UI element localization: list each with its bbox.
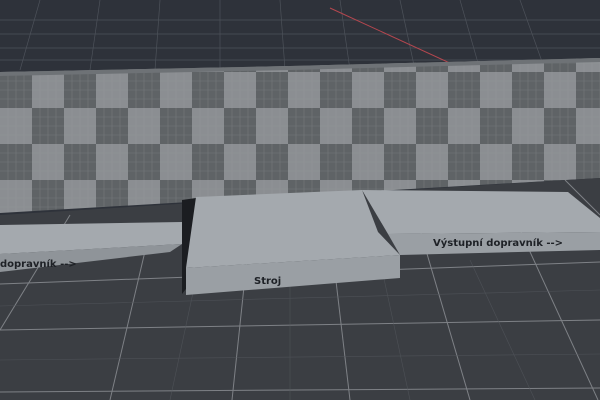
output-conveyor-top xyxy=(362,190,600,234)
output-conveyor[interactable]: Výstupní dopravník --> xyxy=(362,190,600,255)
machine-label: Stroj xyxy=(254,276,281,287)
input-conveyor-label: dopravník --> xyxy=(0,258,77,270)
viewport-3d[interactable]: dopravník --> Stroj Výstupní dopravník -… xyxy=(0,0,600,400)
machine[interactable]: Stroj xyxy=(182,190,400,295)
scene-canvas[interactable]: dopravník --> Stroj Výstupní dopravník -… xyxy=(0,0,600,400)
output-conveyor-label: Výstupní dopravník --> xyxy=(433,237,563,249)
